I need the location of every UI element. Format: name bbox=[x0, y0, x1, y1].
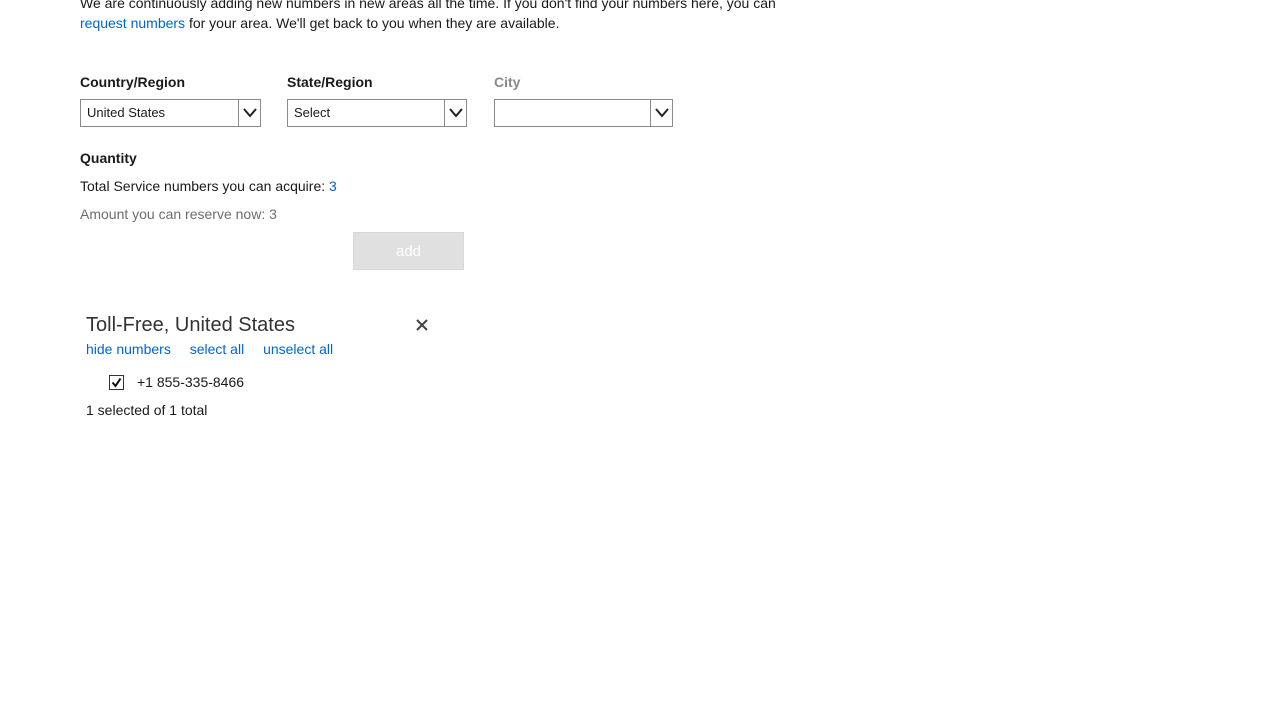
state-field: State/Region Select bbox=[287, 73, 467, 127]
checkmark-icon bbox=[111, 377, 122, 388]
intro-text: We are continuously adding new numbers i… bbox=[80, 0, 800, 33]
page: We are continuously adding new numbers i… bbox=[0, 0, 1280, 720]
number-group-title: Toll-Free, United States bbox=[86, 314, 295, 336]
quantity-total: Total Service numbers you can acquire: 3 bbox=[80, 178, 337, 194]
quantity-title: Quantity bbox=[80, 150, 137, 166]
country-select-value: United States bbox=[87, 105, 166, 120]
quantity-reserve: Amount you can reserve now: 3 bbox=[80, 206, 277, 222]
selection-count: 1 selected of 1 total bbox=[86, 402, 208, 418]
country-field: Country/Region United States bbox=[80, 73, 261, 127]
select-all-link[interactable]: select all bbox=[190, 341, 244, 357]
state-label: State/Region bbox=[287, 74, 373, 90]
close-icon[interactable] bbox=[414, 317, 430, 333]
chevron-down-icon[interactable] bbox=[650, 100, 672, 126]
quantity-total-label: Total Service numbers you can acquire: bbox=[80, 178, 330, 194]
intro-line-2: for your area. We'll get back to you whe… bbox=[185, 15, 560, 31]
unselect-all-link[interactable]: unselect all bbox=[263, 341, 333, 357]
hide-numbers-link[interactable]: hide numbers bbox=[86, 341, 171, 357]
quantity-total-value: 3 bbox=[329, 178, 337, 194]
number-group-actions: hide numbers select all unselect all bbox=[86, 341, 348, 357]
intro-line-1: We are continuously adding new numbers i… bbox=[80, 0, 776, 11]
number-checkbox[interactable] bbox=[109, 374, 124, 390]
state-select-value: Select bbox=[294, 105, 331, 120]
phone-number: +1 855-335-8466 bbox=[137, 374, 245, 390]
state-select[interactable]: Select bbox=[287, 99, 467, 127]
city-label: City bbox=[494, 74, 521, 90]
country-select[interactable]: United States bbox=[80, 99, 261, 127]
chevron-down-icon[interactable] bbox=[238, 100, 260, 126]
chevron-down-icon[interactable] bbox=[444, 100, 466, 126]
city-field: City bbox=[494, 73, 673, 127]
request-numbers-link[interactable]: request numbers bbox=[80, 15, 185, 31]
add-button[interactable]: add bbox=[353, 232, 464, 270]
country-label: Country/Region bbox=[80, 74, 185, 90]
city-select[interactable] bbox=[494, 99, 673, 127]
number-row: +1 855-335-8466 bbox=[109, 374, 244, 390]
